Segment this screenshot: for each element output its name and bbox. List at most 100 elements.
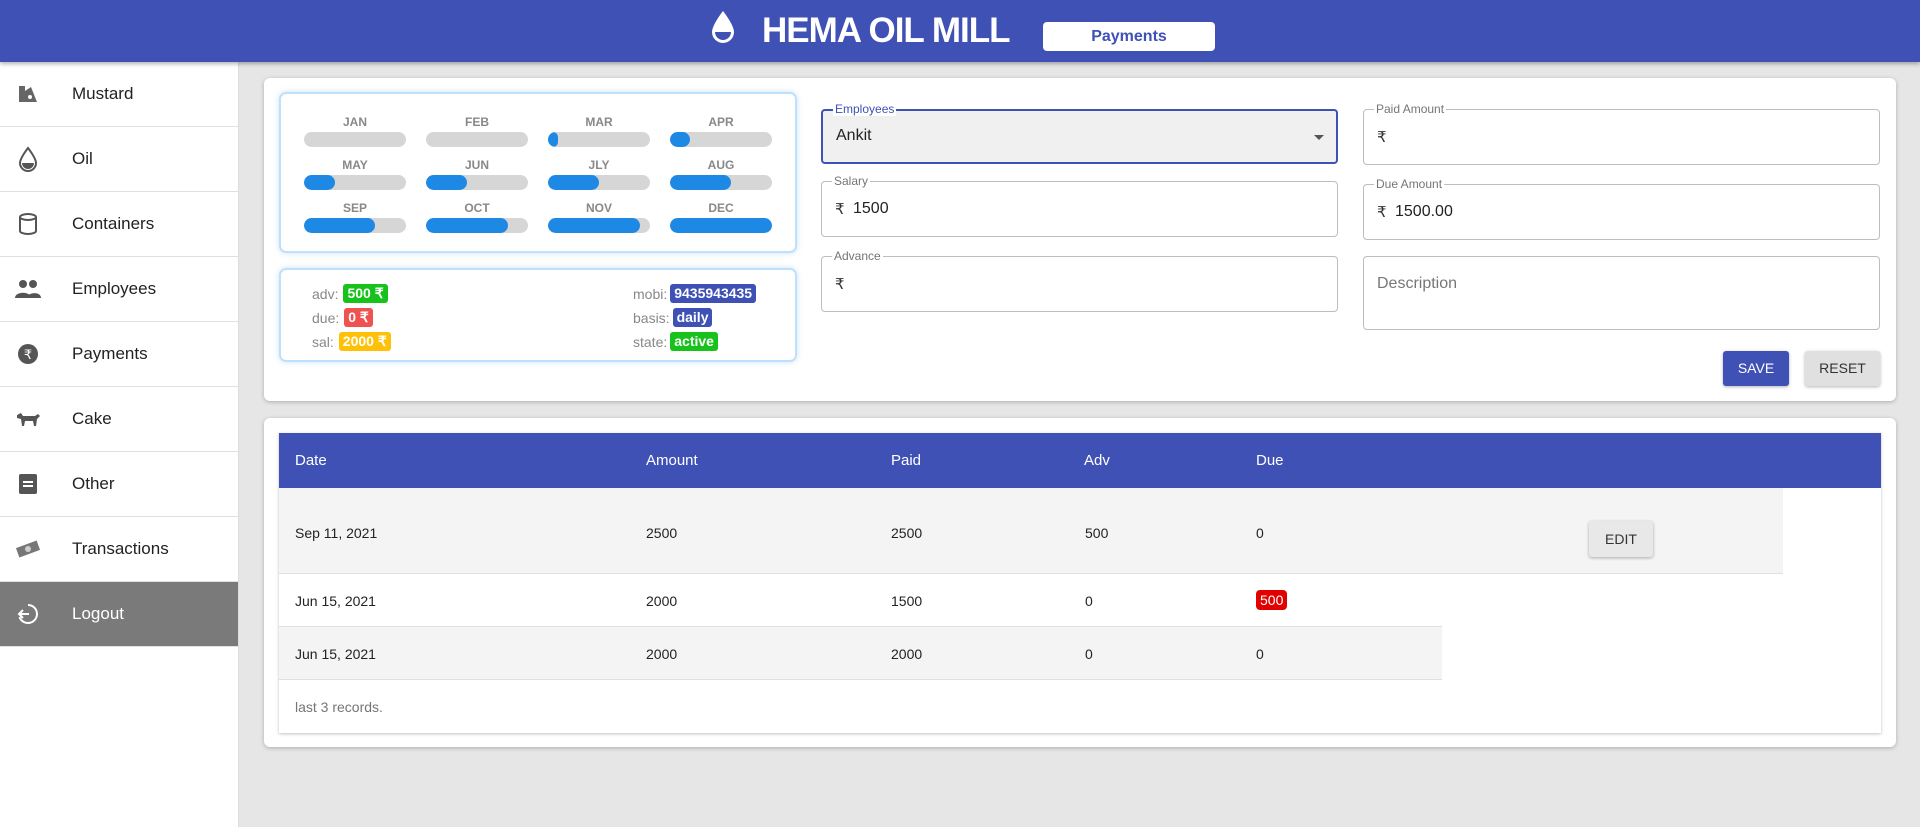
salary-field[interactable]: Salary ₹ 1500	[821, 174, 1338, 237]
rupee-icon: ₹	[835, 276, 845, 293]
month-progress-apr: APR	[670, 115, 772, 147]
table-footer: last 3 records.	[295, 699, 383, 715]
rupee-icon: ₹	[835, 201, 845, 218]
sidebar-item-cake[interactable]: Cake	[0, 387, 238, 452]
sidebar-item-label: Containers	[72, 214, 155, 233]
oil-drop-icon	[14, 145, 42, 173]
paid-amount-label: Paid Amount	[1374, 102, 1447, 116]
progress-track	[304, 175, 406, 190]
progress-fill	[304, 175, 335, 190]
rupee-icon: ₹	[1377, 129, 1387, 146]
dropdown-arrow-icon[interactable]	[1314, 135, 1324, 140]
month-label: DEC	[708, 201, 734, 215]
page-chip[interactable]: Payments	[1043, 22, 1215, 51]
salary-value: 1500	[853, 200, 889, 217]
paid-amount-field[interactable]: Paid Amount ₹	[1363, 102, 1880, 165]
sidebar-item-other[interactable]: Other	[0, 452, 238, 517]
cell-paid: 2500	[891, 525, 923, 541]
month-label: JLY	[588, 158, 610, 172]
advance-label: Advance	[832, 249, 883, 263]
note-icon	[14, 470, 42, 498]
month-label: MAY	[342, 158, 368, 172]
progress-track	[548, 132, 650, 147]
cell-paid: 1500	[891, 593, 923, 609]
sidebar-item-label: Oil	[72, 149, 93, 168]
oil-drop-logo-icon	[712, 11, 734, 43]
cell-paid: 2000	[891, 646, 923, 662]
salary-label: Salary	[832, 174, 871, 188]
progress-track	[426, 175, 528, 190]
basis-label: basis:	[633, 309, 670, 326]
sidebar-item-label: Mustard	[72, 84, 134, 103]
sidebar-item-oil[interactable]: Oil	[0, 127, 238, 192]
due-amount-label: Due Amount	[1374, 177, 1445, 191]
due-amount-field[interactable]: Due Amount ₹ 1500.00	[1363, 177, 1880, 240]
table-row[interactable]: Sep 11, 2021 2500 2500 500 0 EDIT	[279, 488, 1783, 574]
cell-adv: 0	[1085, 593, 1093, 609]
due-amount-value: 1500.00	[1395, 203, 1453, 220]
column-header-paid[interactable]: Paid	[891, 452, 921, 469]
sidebar-item-payments[interactable]: ₹ Payments	[0, 322, 238, 387]
column-header-adv[interactable]: Adv	[1084, 452, 1110, 469]
state-badge: active	[670, 332, 718, 351]
due-badge: 0 ₹	[344, 308, 373, 327]
table-row[interactable]: Jun 15, 2021 2000 2000 0 0	[279, 627, 1442, 680]
mobi-label: mobi:	[633, 285, 668, 302]
column-header-date[interactable]: Date	[295, 452, 327, 469]
employees-select[interactable]: Employees Ankit	[821, 102, 1338, 164]
month-label: FEB	[465, 115, 489, 129]
save-button[interactable]: SAVE	[1723, 351, 1789, 386]
month-progress-dec: DEC	[670, 201, 772, 233]
sidebar-item-label: Other	[72, 474, 115, 493]
reset-button[interactable]: RESET	[1805, 351, 1880, 386]
month-progress-mar: MAR	[548, 115, 650, 147]
month-progress-oct: OCT	[426, 201, 528, 233]
month-label: SEP	[342, 201, 367, 215]
cell-due: 0	[1256, 525, 1264, 541]
due-info: due: 0 ₹	[312, 308, 373, 327]
sidebar-item-label: Logout	[72, 604, 124, 623]
sidebar-item-label: Payments	[72, 344, 148, 363]
people-icon	[14, 275, 42, 303]
month-label: JAN	[342, 115, 367, 129]
edit-button[interactable]: EDIT	[1589, 521, 1653, 557]
sidebar-item-containers[interactable]: Containers	[0, 192, 238, 257]
column-header-amount[interactable]: Amount	[646, 452, 698, 469]
progress-track	[548, 175, 650, 190]
sidebar-item-mustard[interactable]: Mustard	[0, 62, 238, 127]
sidebar: Mustard Oil Containers Employees ₹ Payme…	[0, 62, 239, 827]
table-header: Date Amount Paid Adv Due	[279, 433, 1881, 488]
description-field[interactable]: Description	[1363, 256, 1880, 330]
due-label: due:	[312, 309, 340, 326]
cell-date: Jun 15, 2021	[295, 646, 376, 662]
mobi-badge: 9435943435	[670, 284, 757, 303]
adv-info: adv: 500 ₹	[312, 284, 388, 303]
svg-text:₹: ₹	[24, 348, 32, 363]
progress-fill	[426, 218, 508, 233]
advance-field[interactable]: Advance ₹	[821, 249, 1338, 312]
adv-badge: 500 ₹	[343, 284, 388, 303]
column-header-due[interactable]: Due	[1256, 452, 1284, 469]
employees-label: Employees	[833, 102, 897, 116]
logout-icon	[14, 600, 42, 628]
sidebar-item-label: Transactions	[72, 539, 169, 558]
table-row[interactable]: Jun 15, 2021 2000 1500 0 500	[279, 574, 1442, 627]
cattle-icon	[14, 405, 42, 433]
cell-due-badge: 500	[1256, 590, 1288, 610]
sidebar-item-logout[interactable]: Logout	[0, 582, 238, 647]
cell-amount: 2000	[646, 593, 678, 609]
sidebar-item-label: Employees	[72, 279, 157, 298]
sidebar-item-transactions[interactable]: Transactions	[0, 517, 238, 582]
progress-fill	[670, 132, 691, 147]
rupee-icon: ₹	[14, 340, 42, 368]
app-header: HEMA OIL MILL Payments	[0, 0, 1920, 62]
state-info: state: active	[633, 332, 718, 351]
cell-due: 0	[1256, 646, 1264, 662]
cell-amount: 2500	[646, 525, 678, 541]
progress-track	[670, 132, 772, 147]
progress-track	[548, 218, 650, 233]
sidebar-item-employees[interactable]: Employees	[0, 257, 238, 322]
progress-fill	[670, 218, 772, 233]
progress-track	[304, 218, 406, 233]
basis-info: basis: daily	[633, 308, 713, 327]
